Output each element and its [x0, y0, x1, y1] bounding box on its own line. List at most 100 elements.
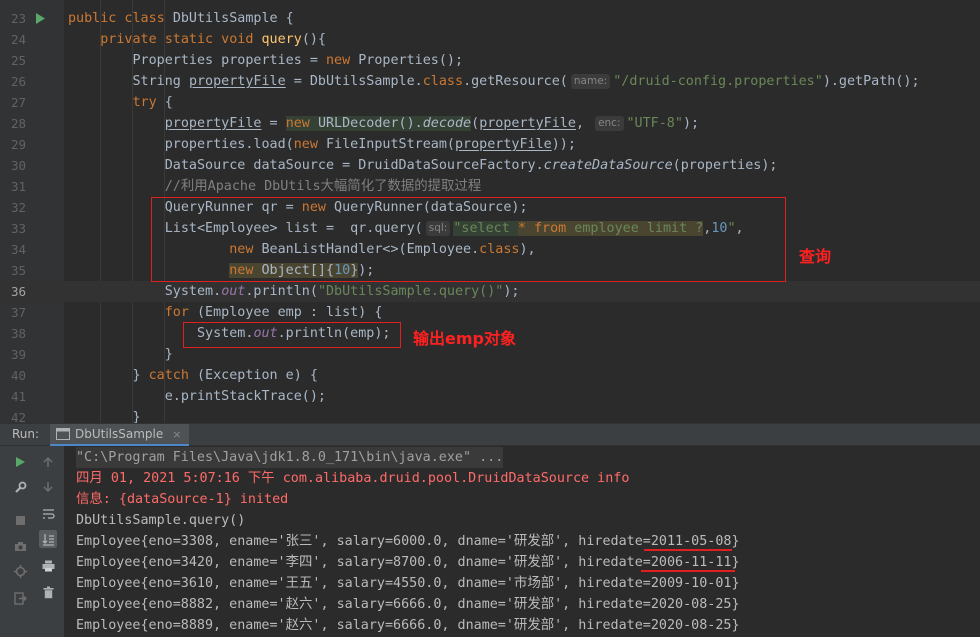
trash-icon[interactable]: [39, 583, 57, 601]
line-number[interactable]: 32: [0, 197, 26, 218]
code-line[interactable]: 25 Properties properties = new Propertie…: [0, 50, 980, 71]
code-token: out: [221, 284, 246, 299]
line-number[interactable]: 29: [0, 134, 26, 155]
code-token: //利用Apache DbUtils大幅简化了数据的提取过程: [164, 179, 482, 194]
print-highlight-box: [183, 322, 401, 348]
line-number[interactable]: 26: [0, 71, 26, 92]
line-number[interactable]: 36: [0, 281, 26, 302]
code-line[interactable]: 31 //利用Apache DbUtils大幅简化了数据的提取过程: [0, 176, 980, 197]
code-token: propertyFile: [454, 137, 552, 152]
line-number[interactable]: 30: [0, 155, 26, 176]
code-token: (){: [301, 32, 326, 47]
close-icon[interactable]: ×: [172, 428, 181, 441]
tab-dbutilssample[interactable]: DbUtilsSample ×: [50, 424, 190, 446]
line-number[interactable]: 37: [0, 302, 26, 323]
code-token: Properties properties =: [68, 53, 326, 68]
stop-icon[interactable]: [11, 511, 29, 529]
up-arrow-icon[interactable]: [39, 453, 57, 471]
console-line: Employee{eno=3308, ename='张三', salary=60…: [76, 534, 740, 549]
line-number[interactable]: 23: [0, 8, 26, 29]
code-text: propertyFile = new URLDecoder().decode(p…: [68, 113, 699, 134]
code-token: propertyFile: [479, 116, 576, 131]
code-token: catch: [148, 368, 197, 383]
code-token: decode: [422, 116, 472, 131]
print-icon[interactable]: [39, 557, 57, 575]
code-token: );: [682, 116, 700, 131]
soft-wrap-icon[interactable]: [39, 505, 57, 523]
parameter-hint: name:: [570, 74, 611, 89]
code-line[interactable]: 24 private static void query(){: [0, 29, 980, 50]
code-token: propertyFile: [188, 74, 286, 89]
code-token: }: [68, 347, 173, 362]
code-token: System.: [68, 284, 222, 299]
down-arrow-icon[interactable]: [39, 478, 57, 496]
console-line: Employee{eno=8882, ename='赵六', salary=66…: [76, 597, 740, 612]
code-line[interactable]: 42 }: [0, 407, 980, 423]
console-output[interactable]: "C:\Program Files\Java\jdk1.8.0_171\bin\…: [64, 446, 980, 637]
scroll-end-icon[interactable]: [39, 530, 57, 548]
code-editor[interactable]: 23 public class DbUtilsSample {24 private…: [0, 0, 980, 423]
exit-icon[interactable]: [11, 589, 29, 607]
code-token: try: [132, 95, 165, 110]
line-number[interactable]: 42: [0, 407, 26, 423]
code-token: ));: [551, 137, 576, 152]
console-line: Employee{eno=8889, ename='赵六', salary=66…: [76, 618, 740, 633]
hiredate-underline: [641, 570, 735, 572]
line-number[interactable]: 34: [0, 239, 26, 260]
query-highlight-box: [151, 197, 786, 282]
console-line: Employee{eno=3420, ename='李四', salary=87…: [76, 555, 740, 570]
code-line[interactable]: 40 } catch (Exception e) {: [0, 365, 980, 386]
camera-icon[interactable]: [11, 537, 29, 555]
console-line: 四月 01, 2021 5:07:16 下午 com.alibaba.druid…: [76, 471, 630, 486]
code-line[interactable]: 41 e.printStackTrace();: [0, 386, 980, 407]
code-text: properties.load(new FileInputStream(prop…: [68, 134, 576, 155]
code-text: private static void query(){: [68, 29, 326, 50]
code-line[interactable]: 29 properties.load(new FileInputStream(p…: [0, 134, 980, 155]
line-number[interactable]: 40: [0, 365, 26, 386]
code-token: {: [164, 95, 173, 110]
code-token: new: [285, 116, 318, 131]
code-line[interactable]: 36 System.out.println("DbUtilsSample.que…: [0, 281, 980, 302]
code-token: ,: [575, 116, 593, 131]
rerun-icon[interactable]: [11, 453, 29, 471]
layout-icon[interactable]: [11, 562, 29, 580]
code-line[interactable]: 23 public class DbUtilsSample {: [0, 8, 980, 29]
code-line[interactable]: 27 try {: [0, 92, 980, 113]
code-text: }: [68, 344, 173, 365]
code-token: (: [471, 116, 480, 131]
code-line[interactable]: 30 DataSource dataSource = DruidDataSour…: [0, 155, 980, 176]
code-token: Properties();: [358, 53, 464, 68]
query-annotation: 查询: [799, 247, 832, 266]
line-number[interactable]: 38: [0, 323, 26, 344]
line-number[interactable]: 39: [0, 344, 26, 365]
console-line: Employee{eno=3610, ename='王五', salary=45…: [76, 576, 740, 591]
tab-label: DbUtilsSample: [75, 427, 164, 441]
line-number[interactable]: 27: [0, 92, 26, 113]
line-number[interactable]: 41: [0, 386, 26, 407]
run-tool-window-header: Run: DbUtilsSample ×: [0, 423, 980, 446]
code-text: for (Employee emp : list) {: [68, 302, 383, 323]
wrench-icon[interactable]: [11, 478, 29, 496]
line-number[interactable]: 25: [0, 50, 26, 71]
run-gutter-icon[interactable]: [35, 13, 45, 24]
application-icon: [56, 428, 70, 440]
code-line[interactable]: 28 propertyFile = new URLDecoder().decod…: [0, 113, 980, 134]
code-line[interactable]: 26 String propertyFile = DbUtilsSample.c…: [0, 71, 980, 92]
code-token: public class: [68, 11, 173, 26]
line-number[interactable]: 31: [0, 176, 26, 197]
code-token: URLDecoder().: [317, 116, 423, 131]
line-number[interactable]: 35: [0, 260, 26, 281]
code-token: String: [68, 74, 189, 89]
code-token: class: [422, 74, 464, 89]
code-text: DataSource dataSource = DruidDataSourceF…: [68, 155, 778, 176]
line-number[interactable]: 24: [0, 29, 26, 50]
line-number[interactable]: 33: [0, 218, 26, 239]
code-text: try {: [68, 92, 173, 113]
code-line[interactable]: 37 for (Employee emp : list) {: [0, 302, 980, 323]
line-number[interactable]: 28: [0, 113, 26, 134]
code-token: e.printStackTrace();: [68, 389, 326, 404]
code-text: e.printStackTrace();: [68, 386, 326, 407]
